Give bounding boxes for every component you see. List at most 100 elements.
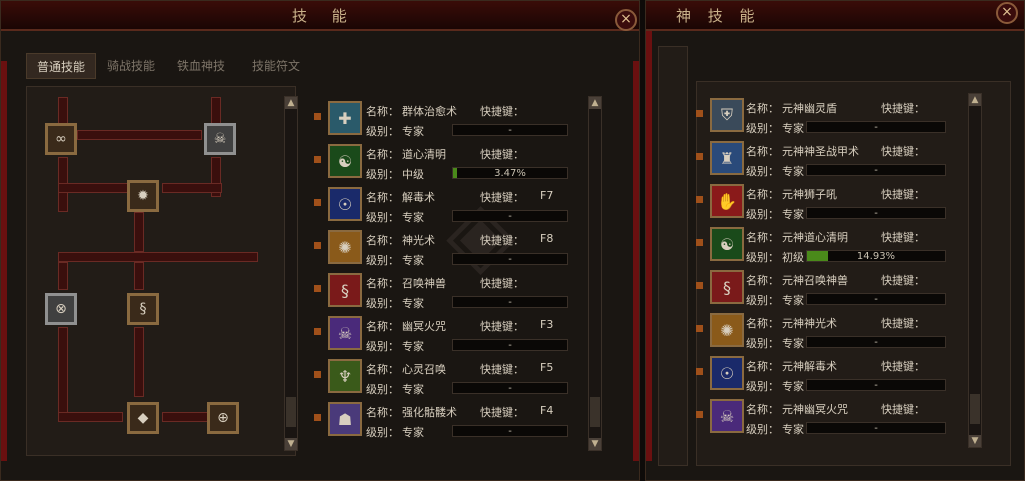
tree-node-infinity[interactable]: ∞ <box>45 123 77 155</box>
title-bar[interactable]: 技 能 <box>1 1 639 31</box>
skill-icon-frame[interactable]: ☯ <box>328 144 362 178</box>
tab-normal-skills[interactable]: 普通技能 <box>26 53 96 79</box>
meditate-icon: ☉ <box>719 363 735 383</box>
expand-icon[interactable] <box>314 199 321 206</box>
tree-connector <box>211 97 221 125</box>
skill-row[interactable]: ☗ 名称： 强化骷髅术 快捷键： F4 级别： 专家 - <box>314 400 576 440</box>
expand-icon[interactable] <box>696 411 703 418</box>
close-button[interactable]: × <box>615 9 637 31</box>
skill-icon-frame[interactable]: ☉ <box>710 356 744 390</box>
title-bar[interactable]: 神 技 能 <box>646 1 1024 31</box>
yin-yang-icon: ☯ <box>337 151 353 171</box>
summon-icon: ♆ <box>337 366 353 386</box>
expand-icon[interactable] <box>314 113 321 120</box>
expand-icon[interactable] <box>314 371 321 378</box>
scroll-up-button[interactable]: ▲ <box>589 97 601 109</box>
skill-level: 中级 <box>402 168 424 181</box>
skill-row[interactable]: ♜ 名称： 元神神圣战甲术 快捷键： 级别： 专家 - <box>696 139 996 179</box>
skill-icon-frame[interactable]: § <box>710 270 744 304</box>
hotkey-value: F3 <box>540 318 554 331</box>
tree-node-fire[interactable]: ✹ <box>127 180 159 212</box>
skill-row[interactable]: ☉ 名称： 元神解毒术 快捷键： 级别： 专家 - <box>696 354 996 394</box>
skill-icon-frame[interactable]: ☗ <box>328 402 362 436</box>
skill-icon-frame[interactable]: ☠ <box>328 316 362 350</box>
divine-skill-scrollbar[interactable]: ▲ ▼ <box>968 93 982 448</box>
tree-node-skull[interactable]: ☠ <box>204 123 236 155</box>
scroll-thumb[interactable] <box>970 394 980 424</box>
expand-icon[interactable] <box>696 196 703 203</box>
skill-row[interactable]: § 名称： 召唤神兽 快捷键： 级别： 专家 - <box>314 271 576 311</box>
tree-node-target[interactable]: ⊕ <box>207 402 239 434</box>
tree-node-orb[interactable]: ◆ <box>127 402 159 434</box>
skill-row[interactable]: ✚ 名称： 群体治愈术 快捷键： 级别： 专家 - <box>314 99 576 139</box>
scroll-down-button[interactable]: ▼ <box>589 438 601 450</box>
expand-icon[interactable] <box>696 153 703 160</box>
tab-skill-runes[interactable]: 技能符文 <box>241 53 311 79</box>
expand-icon[interactable] <box>696 325 703 332</box>
tree-connector <box>134 212 144 252</box>
hotkey-label: 快捷键： <box>480 148 524 161</box>
tree-node-seal[interactable]: ⊗ <box>45 293 77 325</box>
skill-row[interactable]: ♆ 名称： 心灵召唤 快捷键： F5 级别： 专家 - <box>314 357 576 397</box>
progress-bar: - <box>806 379 946 391</box>
skill-row[interactable]: ☠ 名称： 幽冥火咒 快捷键： F3 级别： 专家 - <box>314 314 576 354</box>
tree-scrollbar[interactable]: ▲ ▼ <box>284 96 298 451</box>
progress-bar: - <box>806 336 946 348</box>
scroll-up-button[interactable]: ▲ <box>285 97 297 109</box>
expand-icon[interactable] <box>696 239 703 246</box>
expand-icon[interactable] <box>696 110 703 117</box>
skill-icon-frame[interactable]: ♜ <box>710 141 744 175</box>
progress-text: - <box>874 380 878 391</box>
skill-icon-frame[interactable]: § <box>328 273 362 307</box>
skill-icon-frame[interactable]: ♆ <box>328 359 362 393</box>
name-label: 名称： <box>746 188 779 201</box>
tab-iron-blood-skills[interactable]: 铁血神技 <box>166 53 236 79</box>
skill-icon-frame[interactable]: ☉ <box>328 187 362 221</box>
skill-row[interactable]: ⛨ 名称： 元神幽灵盾 快捷键： 级别： 专家 - <box>696 96 996 136</box>
skill-icon-frame[interactable]: ✚ <box>328 101 362 135</box>
scroll-down-button[interactable]: ▼ <box>285 438 297 450</box>
expand-icon[interactable] <box>696 368 703 375</box>
level-label: 级别： <box>746 122 779 135</box>
skill-row[interactable]: ☯ 名称： 道心清明 快捷键： 级别： 中级 3.47% <box>314 142 576 182</box>
skill-list-scrollbar[interactable]: ▲ ▼ <box>588 96 602 451</box>
meditate-icon: ☉ <box>337 194 353 214</box>
hotkey-label: 快捷键： <box>881 360 925 373</box>
skill-row[interactable]: § 名称： 元神召唤神兽 快捷键： 级别： 专家 - <box>696 268 996 308</box>
skill-icon-frame[interactable]: ☠ <box>710 399 744 433</box>
skill-row[interactable]: ✺ 名称： 元神神光术 快捷键： 级别： 专家 - <box>696 311 996 351</box>
expand-icon[interactable] <box>314 285 321 292</box>
skill-row[interactable]: ✺ 名称： 神光术 快捷键： F8 级别： 专家 - <box>314 228 576 268</box>
tab-mounted-skills[interactable]: 骑战技能 <box>96 53 166 79</box>
skill-icon-frame[interactable]: ⛨ <box>710 98 744 132</box>
scroll-thumb[interactable] <box>286 397 296 427</box>
hotkey-label: 快捷键： <box>480 105 524 118</box>
skill-icon-frame[interactable]: ☯ <box>710 227 744 261</box>
expand-icon[interactable] <box>314 414 321 421</box>
skill-row[interactable]: ☠ 名称： 元神幽冥火咒 快捷键： 级别： 专家 - <box>696 397 996 437</box>
progress-text: - <box>508 426 512 437</box>
progress-text: - <box>508 211 512 222</box>
level-label: 级别： <box>746 165 779 178</box>
skill-icon-frame[interactable]: ✺ <box>710 313 744 347</box>
skill-level: 专家 <box>782 380 804 393</box>
seal-icon: ⊗ <box>55 301 67 317</box>
scroll-down-button[interactable]: ▼ <box>969 435 981 447</box>
close-button[interactable]: × <box>996 2 1018 24</box>
hotkey-label: 快捷键： <box>480 363 524 376</box>
skill-icon-frame[interactable]: ✺ <box>328 230 362 264</box>
expand-icon[interactable] <box>314 242 321 249</box>
tree-connector <box>77 130 202 140</box>
name-label: 名称： <box>746 317 779 330</box>
expand-icon[interactable] <box>696 282 703 289</box>
skill-row[interactable]: ☯ 名称： 元神道心清明 快捷键： 级别： 初级 14.93% <box>696 225 996 265</box>
expand-icon[interactable] <box>314 156 321 163</box>
skill-row[interactable]: ✋ 名称： 元神狮子吼 快捷键： 级别： 专家 - <box>696 182 996 222</box>
expand-icon[interactable] <box>314 328 321 335</box>
tree-node-dragon[interactable]: § <box>127 293 159 325</box>
skill-name: 元神道心清明 <box>782 231 848 244</box>
skill-row[interactable]: ☉ 名称： 解毒术 快捷键： F7 级别： 专家 - <box>314 185 576 225</box>
skill-icon-frame[interactable]: ✋ <box>710 184 744 218</box>
scroll-thumb[interactable] <box>590 397 600 427</box>
scroll-up-button[interactable]: ▲ <box>969 94 981 106</box>
